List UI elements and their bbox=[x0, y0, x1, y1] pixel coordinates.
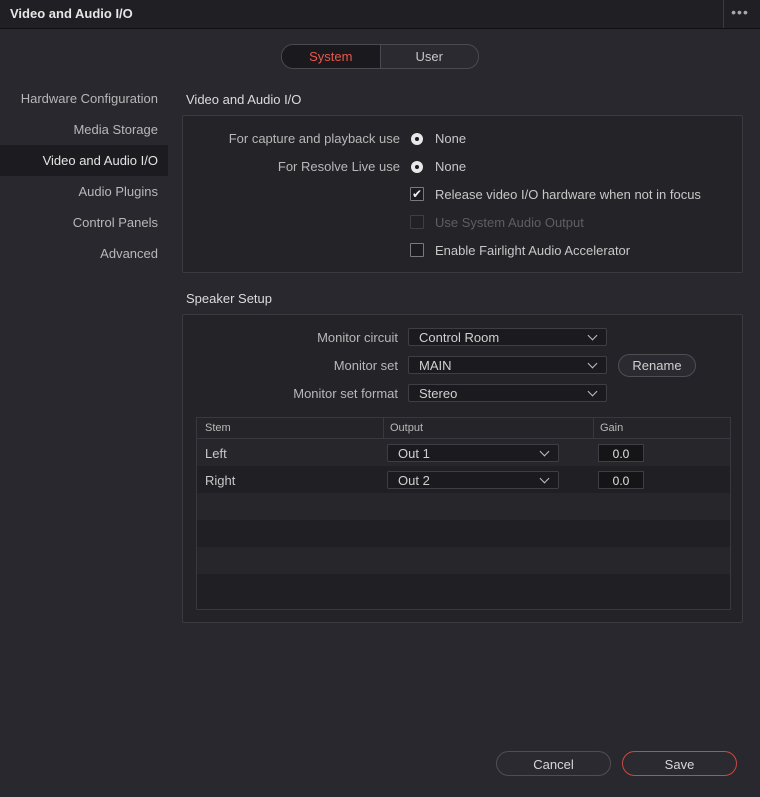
monitor-set-format-value: Stereo bbox=[419, 386, 458, 401]
table-row: Left Out 1 0.0 bbox=[197, 439, 730, 466]
monitor-set-value: MAIN bbox=[419, 358, 452, 373]
speaker-section-title: Speaker Setup bbox=[186, 291, 273, 306]
sidebar: Hardware Configuration Media Storage Vid… bbox=[0, 83, 168, 269]
empty-table-row bbox=[197, 547, 730, 574]
more-options-icon[interactable]: ••• bbox=[729, 4, 751, 22]
title-bar: Video and Audio I/O ••• bbox=[0, 0, 760, 29]
monitor-circuit-label: Monitor circuit bbox=[317, 330, 398, 345]
monitor-set-format-dropdown[interactable]: Stereo bbox=[408, 384, 607, 402]
monitor-circuit-dropdown[interactable]: Control Room bbox=[408, 328, 607, 346]
column-header-output: Output bbox=[390, 422, 424, 434]
capture-label: For capture and playback use bbox=[228, 131, 400, 146]
save-button[interactable]: Save bbox=[622, 751, 737, 776]
capture-value: None bbox=[435, 131, 467, 146]
chevron-down-icon bbox=[539, 446, 550, 457]
system-audio-checkbox bbox=[410, 215, 424, 229]
sidebar-item-video-audio-io[interactable]: Video and Audio I/O bbox=[0, 145, 168, 176]
sidebar-item-media-storage[interactable]: Media Storage bbox=[0, 114, 168, 145]
monitor-set-format-label: Monitor set format bbox=[293, 386, 398, 401]
window-title: Video and Audio I/O bbox=[10, 6, 133, 21]
live-value: None bbox=[435, 159, 467, 174]
empty-table-row bbox=[197, 574, 730, 601]
empty-table-row bbox=[197, 493, 730, 520]
chevron-down-icon bbox=[539, 473, 550, 484]
io-section-title: Video and Audio I/O bbox=[186, 92, 302, 107]
release-io-label: Release video I/O hardware when not in f… bbox=[435, 187, 701, 202]
column-divider[interactable] bbox=[593, 418, 594, 438]
live-label: For Resolve Live use bbox=[277, 159, 400, 174]
fairlight-accelerator-checkbox[interactable] bbox=[410, 243, 424, 257]
sidebar-item-hardware-configuration[interactable]: Hardware Configuration bbox=[0, 83, 168, 114]
release-io-checkbox[interactable]: ✔ bbox=[410, 187, 424, 201]
table-header: Stem Output Gain bbox=[197, 418, 730, 439]
stem-table: Stem Output Gain Left Out 1 0.0 Right Ou… bbox=[196, 417, 731, 610]
gain-input[interactable]: 0.0 bbox=[598, 471, 644, 489]
monitor-set-dropdown[interactable]: MAIN bbox=[408, 356, 607, 374]
live-radio[interactable] bbox=[411, 161, 423, 173]
output-value: Out 2 bbox=[398, 473, 430, 488]
output-value: Out 1 bbox=[398, 446, 430, 461]
scope-toggle: System User bbox=[281, 44, 479, 69]
rename-button[interactable]: Rename bbox=[618, 354, 696, 377]
sidebar-item-control-panels[interactable]: Control Panels bbox=[0, 207, 168, 238]
table-row: Right Out 2 0.0 bbox=[197, 466, 730, 493]
cancel-button[interactable]: Cancel bbox=[496, 751, 611, 776]
gain-input[interactable]: 0.0 bbox=[598, 444, 644, 462]
stem-cell: Left bbox=[205, 446, 227, 461]
monitor-set-label: Monitor set bbox=[333, 358, 398, 373]
system-audio-label: Use System Audio Output bbox=[435, 215, 584, 230]
monitor-circuit-value: Control Room bbox=[419, 330, 500, 345]
empty-table-row bbox=[197, 520, 730, 547]
tab-user[interactable]: User bbox=[381, 45, 479, 68]
output-dropdown[interactable]: Out 2 bbox=[387, 471, 559, 489]
chevron-down-icon bbox=[587, 330, 598, 341]
column-header-stem: Stem bbox=[205, 422, 231, 434]
fairlight-accelerator-label: Enable Fairlight Audio Accelerator bbox=[435, 243, 631, 258]
sidebar-item-audio-plugins[interactable]: Audio Plugins bbox=[0, 176, 168, 207]
chevron-down-icon bbox=[587, 386, 598, 397]
capture-radio[interactable] bbox=[411, 133, 423, 145]
sidebar-item-advanced[interactable]: Advanced bbox=[0, 238, 168, 269]
tab-system[interactable]: System bbox=[282, 45, 381, 68]
column-divider[interactable] bbox=[383, 418, 384, 438]
title-divider bbox=[723, 0, 724, 28]
output-dropdown[interactable]: Out 1 bbox=[387, 444, 559, 462]
stem-cell: Right bbox=[205, 473, 236, 488]
chevron-down-icon bbox=[587, 358, 598, 369]
column-header-gain: Gain bbox=[600, 422, 624, 434]
